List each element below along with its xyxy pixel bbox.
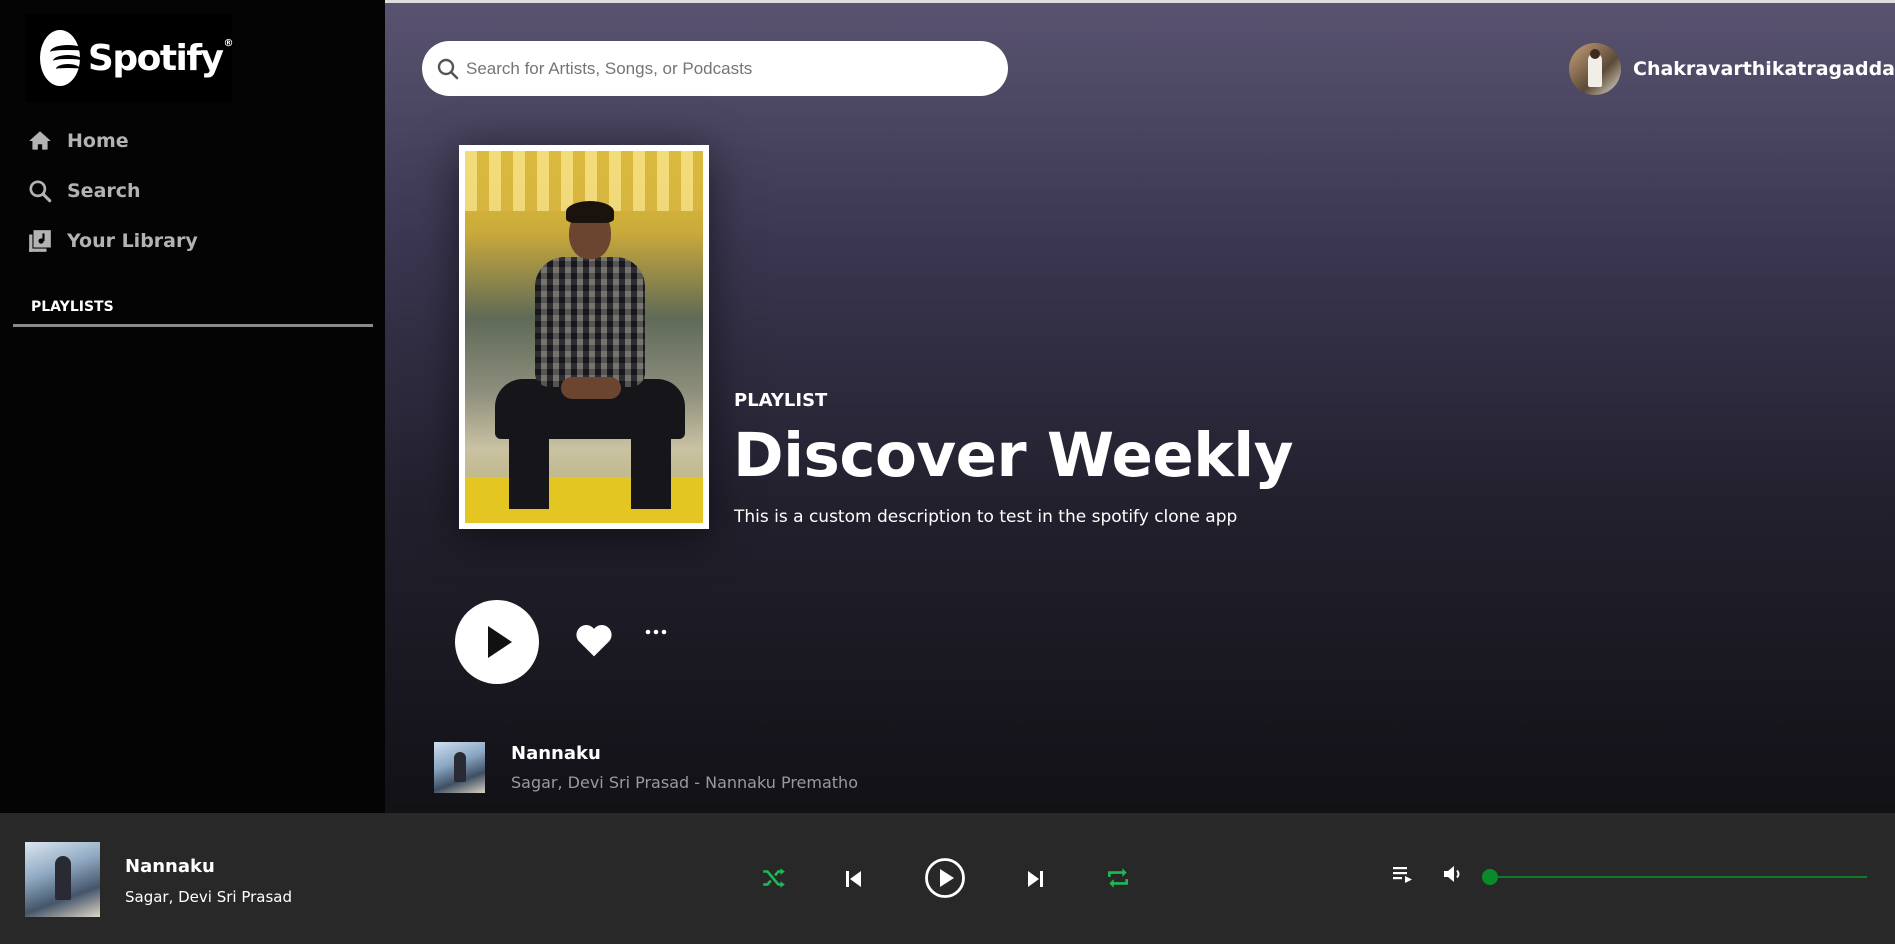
play-icon	[488, 626, 512, 658]
volume-icon[interactable]	[1442, 863, 1464, 885]
sidebar: Spotify® Home Search Your Library PLAYLI…	[0, 0, 385, 813]
search-bar[interactable]	[422, 41, 1008, 96]
now-playing-album-art	[25, 842, 100, 917]
sidebar-item-label: Home	[67, 130, 129, 152]
spotify-logo[interactable]: Spotify®	[26, 14, 234, 102]
track-subtitle: Sagar, Devi Sri Prasad - Nannaku Premath…	[511, 773, 858, 792]
more-options-icon[interactable]	[645, 628, 667, 636]
playlists-heading: PLAYLISTS	[31, 299, 114, 315]
play-playlist-button[interactable]	[455, 600, 539, 684]
playlist-description: This is a custom description to test in …	[734, 507, 1238, 527]
heart-icon[interactable]	[574, 622, 614, 658]
next-track-icon[interactable]	[1026, 869, 1044, 889]
previous-track-icon[interactable]	[845, 869, 863, 889]
sidebar-item-home[interactable]: Home	[27, 123, 129, 159]
avatar[interactable]	[1569, 43, 1621, 95]
sidebar-item-your-library[interactable]: Your Library	[27, 223, 198, 259]
search-icon	[29, 180, 52, 203]
volume-slider-track[interactable]	[1489, 876, 1867, 878]
playlists-divider	[13, 324, 373, 327]
playlist-title: Discover Weekly	[733, 420, 1293, 491]
sidebar-item-label: Search	[67, 180, 141, 202]
play-pause-button[interactable]	[924, 857, 966, 899]
queue-icon[interactable]	[1392, 864, 1414, 884]
track-row[interactable]: Nannaku Sagar, Devi Sri Prasad - Nannaku…	[434, 742, 858, 793]
home-icon	[29, 131, 51, 150]
search-icon	[437, 58, 459, 79]
user-profile[interactable]: Chakravarthikatragadda	[1569, 43, 1895, 95]
spotify-logo-icon	[40, 30, 86, 86]
sidebar-item-label: Your Library	[67, 230, 198, 252]
volume-slider-thumb[interactable]	[1482, 869, 1498, 885]
track-title: Nannaku	[511, 743, 601, 764]
track-album-art	[434, 742, 485, 793]
playlist-cover-image	[459, 145, 709, 529]
playlist-type-label: PLAYLIST	[734, 390, 828, 411]
now-playing-title: Nannaku	[125, 856, 215, 877]
library-icon	[29, 230, 51, 252]
sidebar-item-search[interactable]: Search	[27, 173, 141, 209]
shuffle-icon[interactable]	[761, 866, 787, 890]
brand-name: Spotify®	[87, 37, 234, 79]
repeat-icon[interactable]	[1105, 865, 1131, 891]
search-input[interactable]	[466, 58, 986, 79]
user-name: Chakravarthikatragadda	[1633, 58, 1895, 80]
now-playing-artist: Sagar, Devi Sri Prasad	[125, 888, 293, 906]
